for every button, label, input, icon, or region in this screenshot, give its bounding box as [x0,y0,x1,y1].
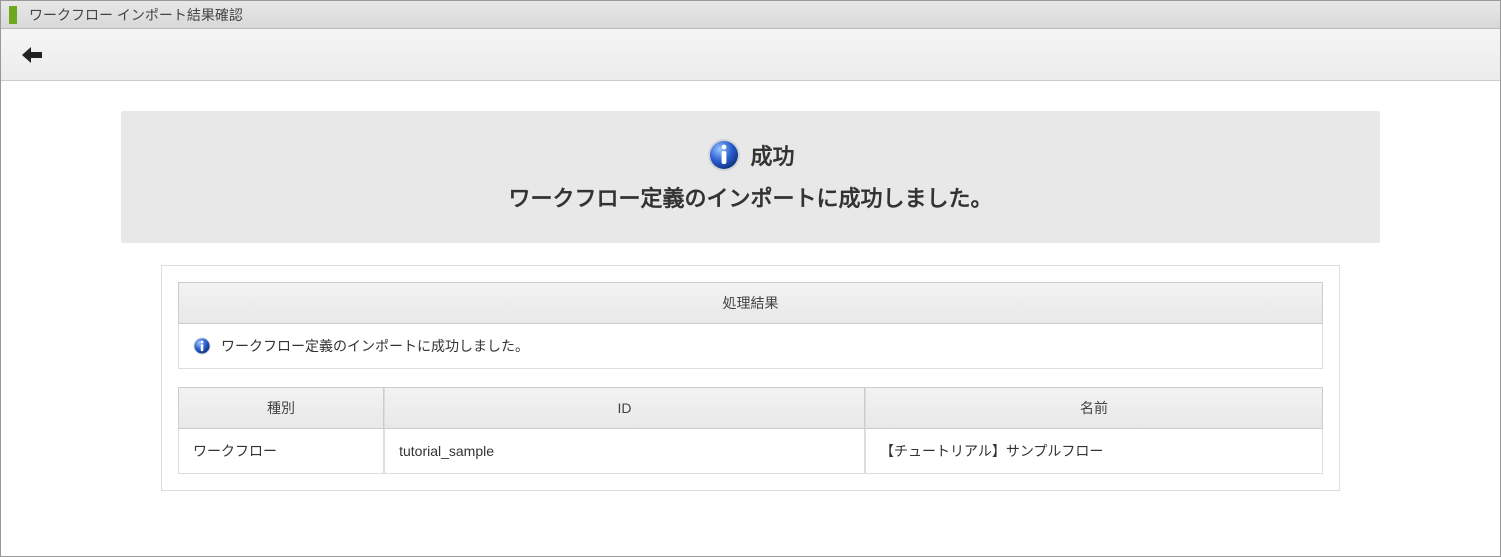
cell-type: ワークフロー [178,429,384,474]
cell-id: tutorial_sample [384,429,865,474]
status-title: 成功 [750,139,794,171]
status-banner: 成功 ワークフロー定義のインポートに成功しました。 [121,111,1380,243]
result-table: 処理結果 [178,282,1323,369]
info-icon [706,137,742,173]
result-message: ワークフロー定義のインポートに成功しました。 [221,336,529,356]
table-row: ワークフロー tutorial_sample 【チュートリアル】サンプルフロー [178,429,1323,474]
col-id: ID [384,387,865,429]
result-header: 処理結果 [178,282,1323,324]
arrow-left-icon [20,46,44,64]
info-icon [193,337,211,355]
detail-table: 種別 ID 名前 ワークフロー tutorial_sample 【チュートリアル… [178,387,1323,474]
page-title: ワークフロー インポート結果確認 [29,5,243,25]
col-type: 種別 [178,387,384,429]
col-name: 名前 [865,387,1323,429]
accent-mark [9,6,17,24]
status-message: ワークフロー定義のインポートに成功しました。 [141,181,1360,213]
back-button[interactable] [19,42,45,68]
cell-name: 【チュートリアル】サンプルフロー [865,429,1323,474]
toolbar [1,29,1500,81]
titlebar: ワークフロー インポート結果確認 [1,1,1500,29]
table-row: ワークフロー定義のインポートに成功しました。 [178,324,1323,369]
result-panel: 処理結果 [161,265,1340,491]
